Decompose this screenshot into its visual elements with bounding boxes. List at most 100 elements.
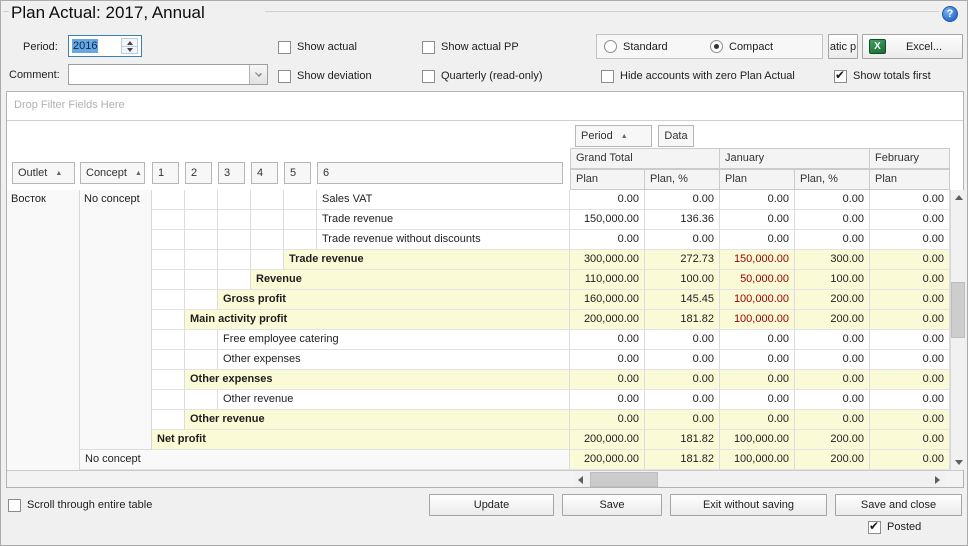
group-header-grand-total[interactable]: Grand Total [570,148,720,169]
show-actual-checkbox[interactable]: ✔ Show actual [278,40,357,54]
value-cell[interactable]: 100,000.00 [720,450,795,470]
value-cell[interactable]: 0.00 [870,290,950,310]
level-header-1[interactable]: 1 [152,162,179,184]
row-label[interactable]: Revenue [251,270,570,290]
col-header-plan[interactable]: Plan [570,169,645,190]
value-cell[interactable]: 0.00 [870,310,950,330]
value-cell[interactable]: 200.00 [795,290,870,310]
value-cell[interactable]: 0.00 [720,350,795,370]
value-cell[interactable]: 181.82 [645,430,720,450]
level-header-6[interactable]: 6 [317,162,563,184]
show-actual-pp-checkbox[interactable]: ✔ Show actual PP [422,40,519,54]
value-cell[interactable]: 0.00 [870,450,950,470]
update-button[interactable]: Update [429,494,554,516]
value-cell[interactable]: 0.00 [645,230,720,250]
value-cell[interactable]: 110,000.00 [570,270,645,290]
row-label[interactable]: Free employee catering [218,330,570,350]
scroll-left-button[interactable] [573,472,588,487]
value-cell[interactable]: 0.00 [795,190,870,210]
value-cell[interactable]: 100,000.00 [720,430,795,450]
help-icon[interactable]: ? [942,6,958,22]
save-and-close-button[interactable]: Save and close [835,494,962,516]
exit-without-saving-button[interactable]: Exit without saving [670,494,827,516]
value-cell[interactable]: 0.00 [870,350,950,370]
value-cell[interactable]: 0.00 [570,190,645,210]
value-cell[interactable]: 0.00 [570,330,645,350]
value-cell[interactable]: 181.82 [645,450,720,470]
comment-combobox[interactable] [68,64,268,85]
value-cell[interactable]: 181.82 [645,310,720,330]
compact-radio[interactable]: Compact [710,40,773,53]
posted-checkbox[interactable]: ✔ Posted [868,520,921,534]
col-header-plan[interactable]: Plan [870,169,950,190]
value-cell[interactable]: 0.00 [795,410,870,430]
value-cell[interactable]: 0.00 [570,390,645,410]
value-cell[interactable]: 136.36 [645,210,720,230]
level-header-5[interactable]: 5 [284,162,311,184]
value-cell[interactable]: 0.00 [870,370,950,390]
value-cell[interactable]: 100.00 [795,270,870,290]
value-cell[interactable]: 150,000.00 [720,250,795,270]
data-field-button[interactable]: Data [658,125,694,147]
filter-drop-zone[interactable]: Drop Filter Fields Here [7,92,963,121]
value-cell[interactable]: 0.00 [795,210,870,230]
value-cell[interactable]: 0.00 [645,410,720,430]
show-totals-first-checkbox[interactable]: ✔ Show totals first [834,69,931,83]
value-cell[interactable]: 145.45 [645,290,720,310]
value-cell[interactable]: 200.00 [795,310,870,330]
scroll-down-button[interactable] [951,455,966,470]
value-cell[interactable]: 300.00 [795,250,870,270]
value-cell[interactable]: 0.00 [795,350,870,370]
value-cell[interactable]: 0.00 [570,370,645,390]
value-cell[interactable]: 0.00 [870,410,950,430]
value-cell[interactable]: 150,000.00 [570,210,645,230]
h-scrollbar[interactable] [573,472,945,487]
value-cell[interactable]: 0.00 [870,250,950,270]
level-header-3[interactable]: 3 [218,162,245,184]
row-label[interactable]: Other revenue [218,390,570,410]
value-cell[interactable]: 50,000.00 [720,270,795,290]
value-cell[interactable]: 0.00 [570,230,645,250]
row-label[interactable]: No concept [80,450,570,470]
group-header-january[interactable]: January [720,148,870,169]
row-label[interactable]: Other revenue [185,410,570,430]
outlet-field-header[interactable]: Outlet ▲ [12,162,75,184]
value-cell[interactable]: 272.73 [645,250,720,270]
value-cell[interactable]: 200,000.00 [570,430,645,450]
concept-field-header[interactable]: Concept ▲ [80,162,145,184]
row-label[interactable]: Gross profit [218,290,570,310]
standard-radio[interactable]: Standard [604,40,668,53]
value-cell[interactable]: 0.00 [570,410,645,430]
show-deviation-checkbox[interactable]: ✔ Show deviation [278,69,372,83]
value-cell[interactable]: 300,000.00 [570,250,645,270]
value-cell[interactable]: 0.00 [870,390,950,410]
row-label[interactable]: Main activity profit [185,310,570,330]
value-cell[interactable]: 0.00 [720,190,795,210]
row-label[interactable]: Net profit [152,430,570,450]
value-cell[interactable]: 0.00 [720,410,795,430]
group-header-february[interactable]: February [870,148,950,169]
value-cell[interactable]: 0.00 [870,230,950,250]
save-button[interactable]: Save [562,494,662,516]
value-cell[interactable]: 0.00 [720,370,795,390]
value-cell[interactable]: 0.00 [795,370,870,390]
period-input[interactable]: 2016 [68,35,142,57]
value-cell[interactable]: 0.00 [720,330,795,350]
combobox-dropdown-button[interactable] [249,65,267,84]
value-cell[interactable]: 0.00 [870,430,950,450]
clipped-button[interactable]: atic p [828,34,858,59]
hide-zero-checkbox[interactable]: ✔ Hide accounts with zero Plan Actual [601,69,795,83]
level-header-4[interactable]: 4 [251,162,278,184]
value-cell[interactable]: 0.00 [720,230,795,250]
v-scroll-thumb[interactable] [951,282,965,338]
value-cell[interactable]: 100.00 [645,270,720,290]
scroll-right-button[interactable] [930,472,945,487]
value-cell[interactable]: 0.00 [795,390,870,410]
spin-down-button[interactable] [122,46,137,53]
col-header-plan[interactable]: Plan [720,169,795,190]
row-label[interactable]: Trade revenue [317,210,570,230]
value-cell[interactable]: 0.00 [645,390,720,410]
value-cell[interactable]: 200,000.00 [570,450,645,470]
row-label[interactable]: Sales VAT [317,190,570,210]
level-header-2[interactable]: 2 [185,162,212,184]
